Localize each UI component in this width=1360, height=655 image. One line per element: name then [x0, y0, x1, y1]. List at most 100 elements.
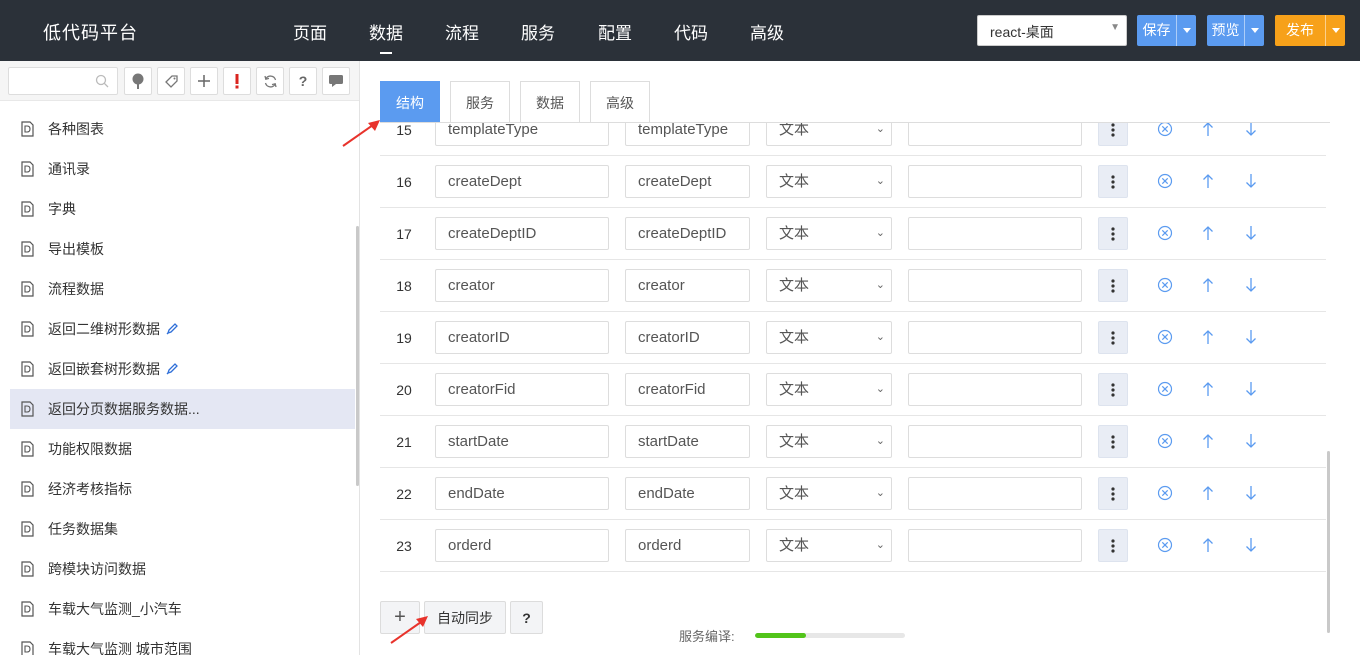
tree-icon[interactable]: [124, 67, 152, 95]
tree-item[interactable]: 车载大气监测 城市范围: [10, 629, 355, 655]
field-extra-input[interactable]: [908, 477, 1082, 510]
main-scrollbar[interactable]: [1327, 451, 1330, 633]
move-up-icon[interactable]: [1199, 224, 1217, 242]
field-label-input[interactable]: orderd: [625, 529, 750, 562]
field-extra-input[interactable]: [908, 165, 1082, 198]
tree-item[interactable]: 车载大气监测_小汽车: [10, 589, 355, 629]
field-label-input[interactable]: creator: [625, 269, 750, 302]
publish-dropdown-icon[interactable]: [1325, 15, 1345, 46]
tab-data[interactable]: 数据: [520, 81, 580, 123]
search-input[interactable]: [8, 67, 118, 95]
tree-item[interactable]: 返回嵌套树形数据: [10, 349, 355, 389]
field-type-select[interactable]: 文本 ⌄: [766, 165, 892, 198]
field-extra-input[interactable]: [908, 321, 1082, 354]
more-options-button[interactable]: [1098, 321, 1128, 354]
delete-row-icon[interactable]: [1156, 432, 1174, 450]
move-up-icon[interactable]: [1199, 276, 1217, 294]
field-label-input[interactable]: creatorFid: [625, 373, 750, 406]
move-down-icon[interactable]: [1242, 276, 1260, 294]
more-options-button[interactable]: [1098, 269, 1128, 302]
field-label-input[interactable]: endDate: [625, 477, 750, 510]
field-name-input[interactable]: endDate: [435, 477, 609, 510]
move-down-icon[interactable]: [1242, 380, 1260, 398]
field-extra-input[interactable]: [908, 269, 1082, 302]
move-down-icon[interactable]: [1242, 328, 1260, 346]
field-name-input[interactable]: creator: [435, 269, 609, 302]
nav-config[interactable]: 配置: [598, 19, 632, 44]
comment-icon[interactable]: [322, 67, 350, 95]
move-down-icon[interactable]: [1242, 224, 1260, 242]
field-type-select[interactable]: 文本 ⌄: [766, 373, 892, 406]
delete-row-icon[interactable]: [1156, 536, 1174, 554]
field-name-input[interactable]: creatorID: [435, 321, 609, 354]
move-up-icon[interactable]: [1199, 432, 1217, 450]
tree-item[interactable]: 经济考核指标: [10, 469, 355, 509]
tree-item[interactable]: 任务数据集: [10, 509, 355, 549]
alert-icon[interactable]: [223, 67, 251, 95]
auto-sync-button[interactable]: 自动同步: [424, 601, 506, 634]
tree-item[interactable]: 返回分页数据服务数据...: [10, 389, 355, 429]
help-button[interactable]: ?: [510, 601, 543, 634]
nav-flow[interactable]: 流程: [445, 19, 479, 44]
add-icon[interactable]: [190, 67, 218, 95]
more-options-button[interactable]: [1098, 123, 1128, 146]
preview-dropdown-icon[interactable]: [1244, 15, 1264, 46]
more-options-button[interactable]: [1098, 425, 1128, 458]
help-icon[interactable]: ?: [289, 67, 317, 95]
tree-item[interactable]: 流程数据: [10, 269, 355, 309]
tab-service[interactable]: 服务: [450, 81, 510, 123]
nav-code[interactable]: 代码: [674, 19, 708, 44]
delete-row-icon[interactable]: [1156, 328, 1174, 346]
field-name-input[interactable]: creatorFid: [435, 373, 609, 406]
tag-icon[interactable]: [157, 67, 185, 95]
move-up-icon[interactable]: [1199, 123, 1217, 138]
move-down-icon[interactable]: [1242, 123, 1260, 138]
tree-item[interactable]: 跨模块访问数据: [10, 549, 355, 589]
field-extra-input[interactable]: [908, 217, 1082, 250]
more-options-button[interactable]: [1098, 529, 1128, 562]
field-label-input[interactable]: creatorID: [625, 321, 750, 354]
nav-service[interactable]: 服务: [521, 19, 555, 44]
field-extra-input[interactable]: [908, 529, 1082, 562]
nav-page[interactable]: 页面: [293, 19, 327, 44]
delete-row-icon[interactable]: [1156, 224, 1174, 242]
refresh-icon[interactable]: [256, 67, 284, 95]
field-name-input[interactable]: startDate: [435, 425, 609, 458]
platform-select[interactable]: react-桌面 ▼: [977, 15, 1127, 46]
tree-item[interactable]: 字典: [10, 189, 355, 229]
field-label-input[interactable]: createDeptID: [625, 217, 750, 250]
nav-advanced[interactable]: 高级: [750, 19, 784, 44]
delete-row-icon[interactable]: [1156, 123, 1174, 138]
more-options-button[interactable]: [1098, 477, 1128, 510]
move-down-icon[interactable]: [1242, 432, 1260, 450]
field-extra-input[interactable]: [908, 123, 1082, 146]
field-type-select[interactable]: 文本 ⌄: [766, 269, 892, 302]
move-up-icon[interactable]: [1199, 172, 1217, 190]
more-options-button[interactable]: [1098, 373, 1128, 406]
save-dropdown-icon[interactable]: [1176, 15, 1196, 46]
delete-row-icon[interactable]: [1156, 380, 1174, 398]
field-label-input[interactable]: createDept: [625, 165, 750, 198]
tree-item[interactable]: 各种图表: [10, 109, 355, 149]
nav-data[interactable]: 数据: [369, 19, 403, 54]
tab-advanced[interactable]: 高级: [590, 81, 650, 123]
field-name-input[interactable]: templateType: [435, 123, 609, 146]
save-button[interactable]: 保存: [1137, 15, 1196, 46]
move-up-icon[interactable]: [1199, 328, 1217, 346]
delete-row-icon[interactable]: [1156, 276, 1174, 294]
move-up-icon[interactable]: [1199, 484, 1217, 502]
move-up-icon[interactable]: [1199, 380, 1217, 398]
field-label-input[interactable]: startDate: [625, 425, 750, 458]
field-name-input[interactable]: createDeptID: [435, 217, 609, 250]
field-name-input[interactable]: orderd: [435, 529, 609, 562]
field-extra-input[interactable]: [908, 425, 1082, 458]
tab-structure[interactable]: 结构: [380, 81, 440, 123]
move-up-icon[interactable]: [1199, 536, 1217, 554]
edit-pencil-icon[interactable]: [166, 363, 178, 375]
field-label-input[interactable]: templateType: [625, 123, 750, 146]
field-type-select[interactable]: 文本 ⌄: [766, 425, 892, 458]
tree-item[interactable]: 通讯录: [10, 149, 355, 189]
delete-row-icon[interactable]: [1156, 484, 1174, 502]
more-options-button[interactable]: [1098, 165, 1128, 198]
field-type-select[interactable]: 文本 ⌄: [766, 217, 892, 250]
